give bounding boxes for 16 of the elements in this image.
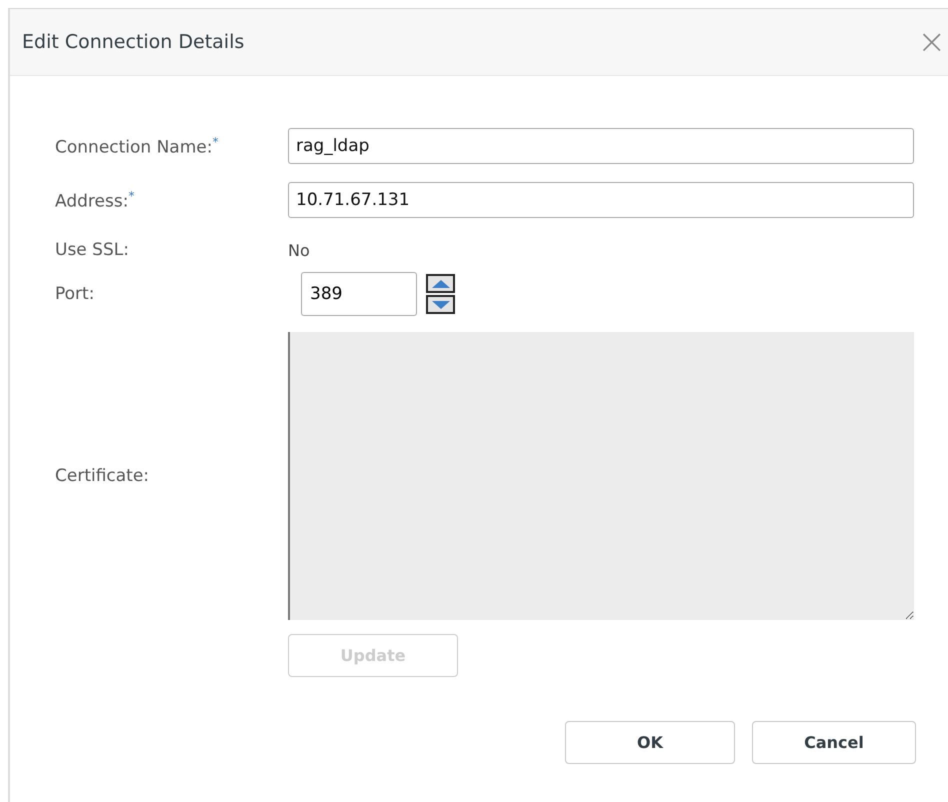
spin-up-button[interactable] bbox=[426, 274, 455, 293]
field-label: Connection Name:$^{*}$ bbox=[55, 134, 220, 158]
dialog-title: Edit Connection Details bbox=[22, 31, 244, 53]
field-label: Port: bbox=[55, 284, 96, 304]
dialog-button[interactable]: OK bbox=[565, 721, 735, 764]
field-label: Use SSL: bbox=[55, 240, 130, 260]
field-label: Certificate: bbox=[55, 466, 150, 486]
down-triangle-icon bbox=[430, 300, 450, 310]
text-field[interactable]: rag_ldap bbox=[288, 128, 914, 164]
spin-down-button[interactable] bbox=[426, 295, 455, 314]
field-label: Address:$^{*}$ bbox=[55, 188, 136, 212]
field-value: No bbox=[288, 240, 310, 260]
up-triangle-icon bbox=[430, 278, 450, 288]
dialog-button[interactable]: Cancel bbox=[752, 721, 916, 764]
text-field[interactable]: 10.71.67.131 bbox=[288, 182, 914, 218]
port-field[interactable]: 389 bbox=[301, 272, 417, 316]
